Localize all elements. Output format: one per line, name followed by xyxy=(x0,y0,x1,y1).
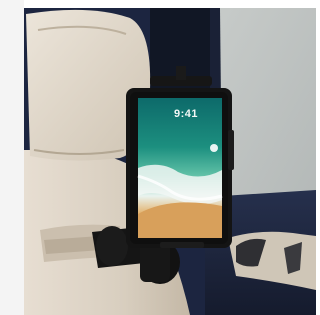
tablet-clock-text: 9:41 xyxy=(173,108,199,120)
clamp-right xyxy=(228,130,234,170)
product-photo xyxy=(0,0,316,315)
clamp-bottom xyxy=(160,242,204,248)
